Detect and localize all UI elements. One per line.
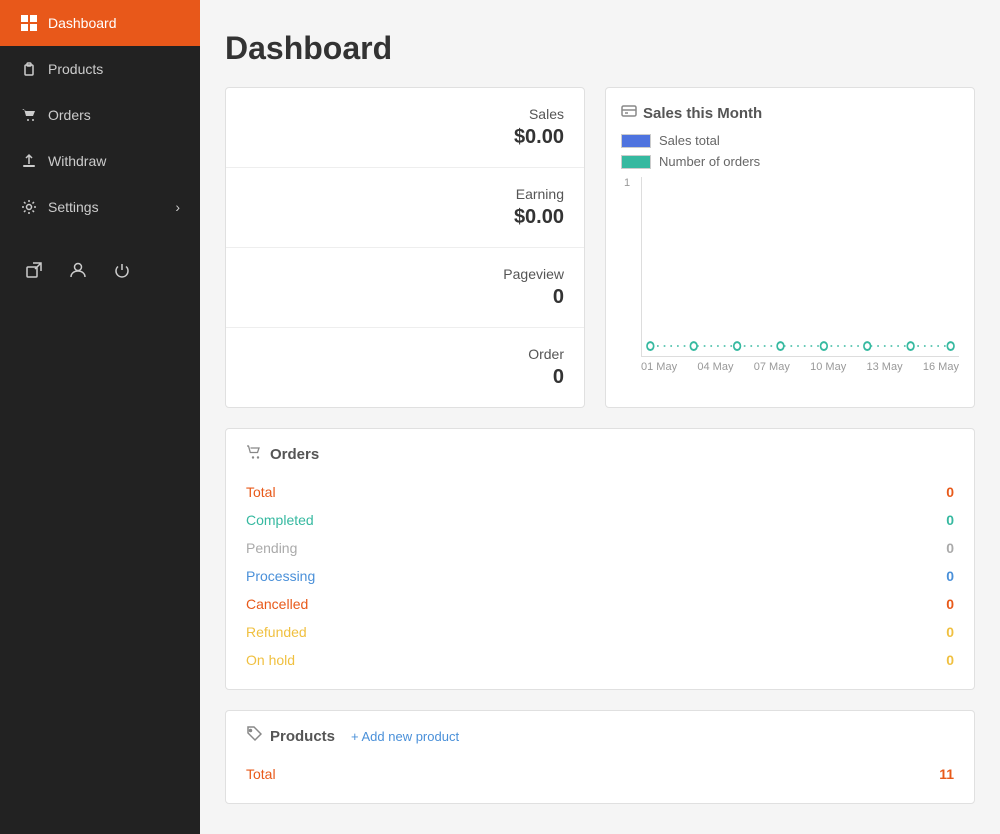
sidebar-item-label: Products — [48, 61, 103, 77]
product-label-total: Total — [246, 766, 276, 782]
sidebar-item-products[interactable]: Products — [0, 46, 200, 92]
orders-products-col: Orders Total 0 Completed 0 Pending 0 Pro… — [225, 428, 975, 804]
settings-arrow: › — [175, 199, 180, 215]
stats-card: Sales $0.00 Earning $0.00 Pageview 0 Ord… — [225, 87, 585, 408]
x-label-3: 07 May — [754, 361, 790, 373]
main-content: Dashboard Sales $0.00 Earning $0.00 Page… — [200, 0, 1000, 834]
orders-card-title: Orders — [246, 444, 954, 464]
stat-pageview-label: Pageview — [246, 266, 564, 282]
order-label-on-hold: On hold — [246, 652, 295, 668]
stat-earning-value: $0.00 — [246, 206, 564, 229]
order-value-completed: 0 — [946, 512, 954, 528]
order-value-cancelled: 0 — [946, 596, 954, 612]
sidebar-item-label: Orders — [48, 107, 91, 123]
order-value-on-hold: 0 — [946, 652, 954, 668]
briefcase-icon — [20, 60, 38, 78]
order-label-pending: Pending — [246, 540, 297, 556]
sidebar-item-withdraw[interactable]: Withdraw — [0, 138, 200, 184]
sidebar-item-label: Withdraw — [48, 153, 106, 169]
stat-earning: Earning $0.00 — [226, 168, 584, 248]
sidebar-item-dashboard[interactable]: Dashboard — [0, 0, 200, 46]
user-button[interactable] — [58, 250, 98, 290]
order-row-refunded: Refunded 0 — [246, 618, 954, 646]
gear-icon — [20, 198, 38, 216]
orders-card: Orders Total 0 Completed 0 Pending 0 Pro… — [225, 428, 975, 690]
order-value-refunded: 0 — [946, 624, 954, 640]
bottom-row: Orders Total 0 Completed 0 Pending 0 Pro… — [225, 428, 975, 804]
power-button[interactable] — [102, 250, 142, 290]
order-row-pending: Pending 0 — [246, 534, 954, 562]
legend-swatch-blue — [621, 134, 651, 148]
products-card-title: Products + Add new product — [246, 726, 954, 746]
chart-svg — [642, 177, 959, 356]
legend-swatch-green — [621, 155, 651, 169]
order-row-completed: Completed 0 — [246, 506, 954, 534]
x-label-4: 10 May — [810, 361, 846, 373]
order-label-total: Total — [246, 484, 276, 500]
x-label-1: 01 May — [641, 361, 677, 373]
sidebar-item-orders[interactable]: Orders — [0, 92, 200, 138]
legend-num-orders: Number of orders — [621, 154, 959, 169]
stat-order-label: Order — [246, 346, 564, 362]
stat-pageview: Pageview 0 — [226, 248, 584, 328]
chart-legend: Sales total Number of orders — [621, 133, 959, 169]
cart-icon — [20, 106, 38, 124]
sidebar-bottom-bar — [0, 240, 200, 300]
stat-sales-label: Sales — [246, 106, 564, 122]
stat-pageview-value: 0 — [246, 286, 564, 309]
credit-card-icon — [621, 103, 637, 123]
stat-sales: Sales $0.00 — [226, 88, 584, 168]
external-link-button[interactable] — [14, 250, 54, 290]
sidebar-item-settings[interactable]: Settings › — [0, 184, 200, 230]
order-value-pending: 0 — [946, 540, 954, 556]
chart-title: Sales this Month — [621, 103, 959, 123]
x-label-6: 16 May — [923, 361, 959, 373]
chart-y-label: 1 — [624, 177, 630, 189]
page-title: Dashboard — [225, 30, 975, 67]
order-value-total: 0 — [946, 484, 954, 500]
x-label-2: 04 May — [697, 361, 733, 373]
stat-order: Order 0 — [226, 328, 584, 407]
legend-sales-total: Sales total — [621, 133, 959, 148]
products-card: Products + Add new product Total 11 — [225, 710, 975, 804]
top-row: Sales $0.00 Earning $0.00 Pageview 0 Ord… — [225, 87, 975, 408]
sidebar-item-label: Dashboard — [48, 15, 117, 31]
order-label-cancelled: Cancelled — [246, 596, 308, 612]
order-row-processing: Processing 0 — [246, 562, 954, 590]
cart-icon-orders — [246, 444, 262, 464]
order-label-refunded: Refunded — [246, 624, 307, 640]
grid-icon — [20, 14, 38, 32]
product-value-total: 11 — [939, 766, 954, 782]
tag-icon — [246, 726, 262, 746]
stat-order-value: 0 — [246, 366, 564, 389]
order-label-completed: Completed — [246, 512, 314, 528]
chart-card: Sales this Month Sales total Number of o… — [605, 87, 975, 408]
order-label-processing: Processing — [246, 568, 315, 584]
upload-icon — [20, 152, 38, 170]
order-value-processing: 0 — [946, 568, 954, 584]
chart-area: 1 — [641, 177, 959, 357]
order-row-total: Total 0 — [246, 478, 954, 506]
order-row-cancelled: Cancelled 0 — [246, 590, 954, 618]
product-row-total: Total 11 — [246, 760, 954, 788]
chart-x-labels: 01 May 04 May 07 May 10 May 13 May 16 Ma… — [641, 361, 959, 373]
stat-sales-value: $0.00 — [246, 126, 564, 149]
sidebar-item-label: Settings — [48, 199, 99, 215]
order-row-on-hold: On hold 0 — [246, 646, 954, 674]
sidebar: Dashboard Products Orders Withdraw — [0, 0, 200, 834]
stat-earning-label: Earning — [246, 186, 564, 202]
x-label-5: 13 May — [867, 361, 903, 373]
add-product-link[interactable]: + Add new product — [351, 729, 459, 744]
